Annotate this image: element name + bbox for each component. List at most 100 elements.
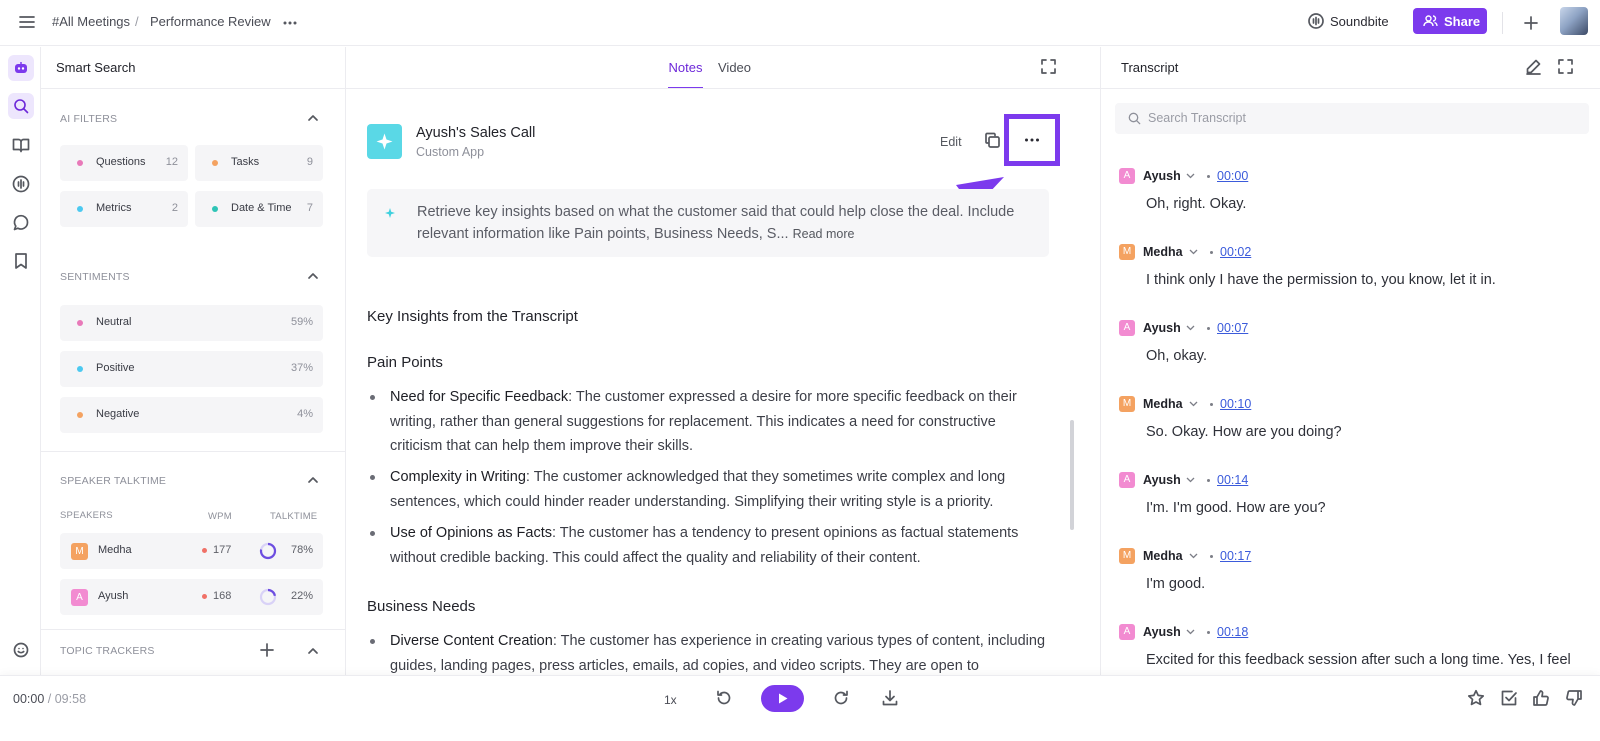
timestamp-link[interactable]: 00:18 <box>1217 625 1248 639</box>
expand-icon[interactable] <box>1040 58 1057 75</box>
divider <box>41 629 345 630</box>
speaker-row-ayush[interactable]: A Ayush 168 22% <box>60 579 323 615</box>
speaker-name[interactable]: Medha <box>1143 397 1183 411</box>
speaker-name[interactable]: Ayush <box>1143 321 1181 335</box>
chevron-down-icon[interactable] <box>1186 477 1195 483</box>
playback-speed-button[interactable]: 1x <box>664 693 677 707</box>
speaker-name: Medha <box>98 544 132 556</box>
bookmark-icon[interactable] <box>8 248 34 274</box>
smiley-icon[interactable] <box>8 637 34 663</box>
forward-icon[interactable] <box>832 689 850 707</box>
add-tracker-icon[interactable] <box>260 643 274 657</box>
thumbs-up-icon[interactable] <box>1532 689 1550 707</box>
chevron-up-icon[interactable] <box>307 114 319 122</box>
player-bar: 00:00 / 09:58 1x <box>0 675 1600 741</box>
timestamp-link[interactable]: 00:10 <box>1220 397 1251 411</box>
speaker-wpm: 177 <box>213 544 232 556</box>
timestamp-link[interactable]: 00:02 <box>1220 245 1251 259</box>
filter-date-time[interactable]: Date & Time 7 <box>195 191 323 227</box>
thumbs-down-icon[interactable] <box>1565 689 1583 707</box>
chevron-down-icon[interactable] <box>1186 173 1195 179</box>
prompt-text-line1: Retrieve key insights based on what the … <box>417 204 1015 220</box>
speaker-talktime: 22% <box>290 590 313 602</box>
menu-icon[interactable] <box>18 14 36 30</box>
filter-questions[interactable]: Questions 12 <box>60 145 188 181</box>
chevron-up-icon[interactable] <box>307 647 319 655</box>
chevron-down-icon[interactable] <box>1186 629 1195 635</box>
soundbite-button[interactable]: Soundbite <box>1308 13 1389 29</box>
star-icon[interactable] <box>1467 689 1485 707</box>
sentiment-dot <box>77 412 83 418</box>
timestamp-link[interactable]: 00:17 <box>1220 549 1251 563</box>
chevron-down-icon[interactable] <box>1189 249 1198 255</box>
more-options-icon[interactable] <box>282 16 298 30</box>
sentiment-negative[interactable]: Negative 4% <box>60 397 323 433</box>
prompt-text: relevant information like Pain points, B… <box>417 226 789 242</box>
breadcrumb-root[interactable]: #All Meetings <box>52 14 130 29</box>
more-options-button[interactable] <box>1004 114 1060 166</box>
bot-icon[interactable] <box>8 55 34 81</box>
app-subtitle: Custom App <box>416 145 485 159</box>
separator-dot <box>1210 403 1213 406</box>
soundwave-icon[interactable] <box>8 171 34 197</box>
sparkle-icon <box>367 124 402 159</box>
sentiment-positive[interactable]: Positive 37% <box>60 351 323 387</box>
transcript-text: Oh, right. Okay. <box>1146 196 1247 212</box>
separator-dot <box>1207 479 1210 482</box>
chevron-up-icon[interactable] <box>307 476 319 484</box>
tab-video[interactable]: Video <box>718 60 751 75</box>
speaker-name[interactable]: Medha <box>1143 549 1183 563</box>
chat-icon[interactable] <box>8 210 34 236</box>
talktime-ring <box>259 542 277 560</box>
duration: 09:58 <box>54 692 87 706</box>
transcript-text: I'm. I'm good. How are you? <box>1146 500 1326 516</box>
speaker-name[interactable]: Ayush <box>1143 169 1181 183</box>
speaker-name[interactable]: Ayush <box>1143 625 1181 639</box>
speaker-avatar: M <box>1119 548 1135 564</box>
pencil-icon[interactable] <box>1525 58 1542 75</box>
expand-icon[interactable] <box>1557 58 1574 75</box>
notes-panel: Notes Video Ayush's Sales Call Custom Ap… <box>346 47 1101 675</box>
speaker-row-medha[interactable]: M Medha 177 78% <box>60 533 323 569</box>
rewind-icon[interactable] <box>715 689 733 707</box>
sparkle-icon <box>384 207 396 219</box>
filter-metrics[interactable]: Metrics 2 <box>60 191 188 227</box>
chevron-up-icon[interactable] <box>307 272 319 280</box>
tab-notes[interactable]: Notes <box>668 60 703 89</box>
scrollbar[interactable] <box>1070 420 1074 530</box>
chevron-down-icon[interactable] <box>1186 325 1195 331</box>
play-button[interactable] <box>761 685 804 712</box>
player-time: 00:00 / 09:58 <box>13 692 86 706</box>
chevron-down-icon[interactable] <box>1189 553 1198 559</box>
panel-title: Smart Search <box>56 60 136 75</box>
separator-dot <box>1210 251 1213 254</box>
filter-tasks[interactable]: Tasks 9 <box>195 145 323 181</box>
search-icon[interactable] <box>8 93 34 119</box>
check-square-icon[interactable] <box>1500 689 1518 707</box>
play-icon <box>778 693 787 704</box>
sentiment-value: 4% <box>297 408 313 420</box>
timestamp-link[interactable]: 00:07 <box>1217 321 1248 335</box>
search-transcript-input[interactable]: Search Transcript <box>1115 103 1589 134</box>
col-talktime: TALKTIME <box>270 511 318 522</box>
book-icon[interactable] <box>8 132 34 158</box>
avatar[interactable] <box>1560 7 1588 35</box>
sentiment-dot <box>77 320 83 326</box>
speaker-name[interactable]: Medha <box>1143 245 1183 259</box>
speaker-wpm: 168 <box>213 590 232 602</box>
share-button[interactable]: Share <box>1413 8 1487 34</box>
sentiment-dot <box>77 366 83 372</box>
timestamp-link[interactable]: 00:00 <box>1217 169 1248 183</box>
add-icon[interactable] <box>1522 14 1540 32</box>
speaker-name[interactable]: Ayush <box>1143 473 1181 487</box>
sentiment-neutral[interactable]: Neutral 59% <box>60 305 323 341</box>
divider <box>1101 88 1600 89</box>
download-icon[interactable] <box>881 689 899 707</box>
top-bar: #All Meetings / Performance Review Sound… <box>0 0 1600 46</box>
business-need-item: Diverse Content Creation: The customer h… <box>370 629 1050 675</box>
insights-heading: Key Insights from the Transcript <box>367 308 578 325</box>
sentiment-label: Neutral <box>96 316 132 328</box>
chevron-down-icon[interactable] <box>1189 401 1198 407</box>
read-more-link[interactable]: Read more <box>793 227 855 241</box>
timestamp-link[interactable]: 00:14 <box>1217 473 1248 487</box>
